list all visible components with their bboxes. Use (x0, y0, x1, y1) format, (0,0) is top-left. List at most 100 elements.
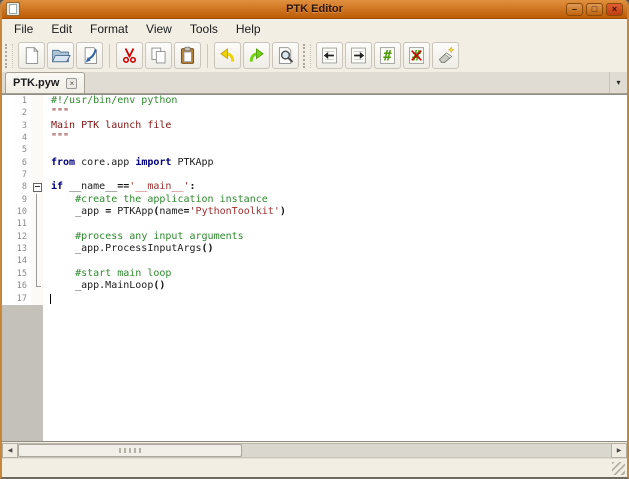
line-number[interactable]: 3 (2, 119, 31, 133)
code-segment: core.app (75, 156, 136, 168)
paste-button[interactable] (174, 42, 201, 69)
line-number[interactable]: 4 (2, 132, 31, 145)
line-number[interactable]: 15 (2, 267, 31, 281)
text-caret (50, 293, 51, 304)
undo-button[interactable] (214, 42, 241, 69)
find-icon (275, 45, 296, 66)
code-segment: _app.MainLoop (51, 280, 154, 292)
code-segment: : (189, 181, 196, 193)
minimize-button[interactable]: – (566, 2, 583, 16)
code-line-text[interactable] (43, 255, 627, 267)
code-line-text[interactable] (43, 293, 627, 305)
toolbar-separator (207, 43, 208, 68)
line-number[interactable]: 8 (2, 181, 31, 194)
scrollbar-track[interactable] (18, 443, 611, 458)
code-line: 1 #!/usr/bin/env python (2, 95, 627, 108)
maximize-button[interactable]: □ (586, 2, 603, 16)
fold-margin (31, 267, 43, 281)
line-number[interactable]: 5 (2, 144, 31, 157)
toolbar-handle[interactable] (303, 43, 311, 68)
code-line-text[interactable]: from core.app import PTKApp (43, 157, 627, 169)
code-line: 8 if __name__=='__main__': (2, 181, 627, 194)
code-line: 12 #process any input arguments (2, 230, 627, 244)
menu-item-tools[interactable]: Tools (181, 20, 227, 38)
arrow-left-icon: ◀ (7, 448, 13, 454)
tab-ptk-pyw[interactable]: PTK.pyw × (5, 72, 86, 93)
scrollbar-thumb[interactable] (18, 444, 242, 457)
code-line-text[interactable]: #start main loop (43, 268, 627, 280)
code-editor[interactable]: 1 #!/usr/bin/env python 2 """ 3 Main PTK laun… (2, 94, 627, 442)
line-number[interactable]: 13 (2, 243, 31, 256)
horizontal-scrollbar[interactable]: ◀ ▶ (2, 443, 627, 458)
code-line-text[interactable]: _app.MainLoop() (43, 280, 627, 292)
line-number[interactable]: 7 (2, 169, 31, 182)
menu-item-help[interactable]: Help (227, 20, 270, 38)
code-line-text[interactable]: #process any input arguments (43, 231, 627, 243)
svg-text:#: # (383, 48, 392, 64)
line-number[interactable]: 2 (2, 107, 31, 120)
toolbar-handle[interactable] (5, 43, 13, 68)
comment-button[interactable]: # (374, 42, 401, 69)
code-line-text[interactable]: _app = PTKApp(name='PythonToolkit') (43, 206, 627, 218)
code-segment: 'PythonToolkit' (189, 206, 280, 218)
code-empty-area[interactable] (43, 305, 627, 441)
cut-button[interactable] (116, 42, 143, 69)
code-line-text[interactable]: if __name__=='__main__': (43, 181, 627, 193)
erase-button[interactable] (432, 42, 459, 69)
line-number[interactable]: 14 (2, 255, 31, 268)
line-number[interactable]: 16 (2, 280, 31, 293)
fold-collapse-icon[interactable] (33, 183, 42, 193)
code-line-text[interactable] (43, 218, 627, 230)
menu-item-view[interactable]: View (137, 20, 181, 38)
save-button[interactable] (76, 42, 103, 69)
code-line-text[interactable]: #!/usr/bin/env python (43, 95, 627, 107)
code-line: 4 """ (2, 132, 627, 145)
find-button[interactable] (272, 42, 299, 69)
redo-button[interactable] (243, 42, 270, 69)
open-button[interactable] (47, 42, 74, 69)
window-titlebar[interactable]: PTK Editor – □ × (2, 0, 627, 19)
code-line-text[interactable]: #create the application instance (43, 194, 627, 206)
resize-grip[interactable] (612, 462, 625, 475)
code-line-text[interactable]: """ (43, 132, 627, 144)
indent-button[interactable] (345, 42, 372, 69)
code-segment: import (135, 156, 172, 168)
uncomment-button[interactable]: # (403, 42, 430, 69)
menu-item-format[interactable]: Format (81, 20, 137, 38)
new-button[interactable] (18, 42, 45, 69)
code-line-text[interactable]: """ (43, 107, 627, 119)
line-number[interactable]: 11 (2, 218, 31, 231)
menu-item-edit[interactable]: Edit (42, 20, 81, 38)
fold-margin (31, 169, 43, 182)
line-number[interactable]: 1 (2, 95, 31, 108)
copy-button[interactable] (145, 42, 172, 69)
line-number[interactable]: 17 (2, 292, 31, 305)
close-button[interactable]: × (606, 2, 623, 16)
dedent-button[interactable] (316, 42, 343, 69)
fold-margin (31, 95, 43, 108)
scroll-right-button[interactable]: ▶ (611, 443, 627, 458)
toolbar-group-2: ## (300, 39, 460, 72)
tab-list-dropdown[interactable]: ▾ (609, 72, 627, 93)
line-number[interactable]: 12 (2, 230, 31, 244)
code-line-text[interactable] (43, 144, 627, 156)
code-segment: ) (279, 206, 286, 218)
code-segment: () (201, 243, 214, 255)
fold-toggle[interactable] (31, 181, 43, 194)
code-line-text[interactable]: _app.ProcessInputArgs() (43, 243, 627, 255)
tab-close-icon[interactable]: × (66, 77, 78, 89)
line-number[interactable]: 10 (2, 206, 31, 219)
scroll-left-button[interactable]: ◀ (2, 443, 18, 458)
code-line: 13 _app.ProcessInputArgs() (2, 243, 627, 256)
line-number[interactable]: 6 (2, 156, 31, 170)
code-segment: #!/usr/bin/env python (51, 95, 178, 106)
code-line: 15 #start main loop (2, 267, 627, 281)
code-line-text[interactable] (43, 169, 627, 181)
menu-item-file[interactable]: File (5, 20, 42, 38)
line-number[interactable]: 9 (2, 193, 31, 207)
code-line-text[interactable]: Main PTK launch file (43, 120, 627, 132)
code-line: 10 _app = PTKApp(name='PythonToolkit') (2, 206, 627, 219)
code-segment: '__main__' (129, 181, 190, 193)
